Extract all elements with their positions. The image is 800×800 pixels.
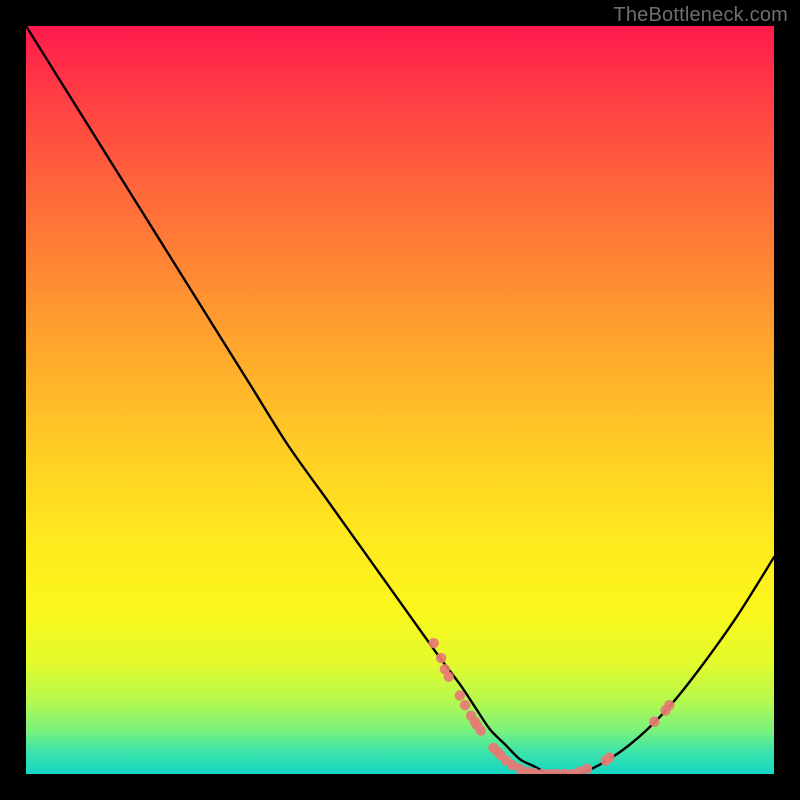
- bottleneck-curve: [26, 26, 774, 774]
- curve-marker: [455, 690, 465, 700]
- curve-marker: [476, 725, 486, 735]
- curve-marker: [604, 752, 614, 762]
- curve-marker: [436, 653, 446, 663]
- curve-marker: [664, 700, 674, 710]
- curve-marker: [443, 672, 453, 682]
- curve-marker: [649, 716, 659, 726]
- watermark-text: TheBottleneck.com: [613, 4, 788, 27]
- chart-area: [26, 26, 774, 774]
- curve-markers: [428, 638, 674, 774]
- curve-marker: [460, 700, 470, 710]
- chart-svg: [26, 26, 774, 774]
- curve-marker: [428, 638, 438, 648]
- curve-marker: [582, 764, 592, 774]
